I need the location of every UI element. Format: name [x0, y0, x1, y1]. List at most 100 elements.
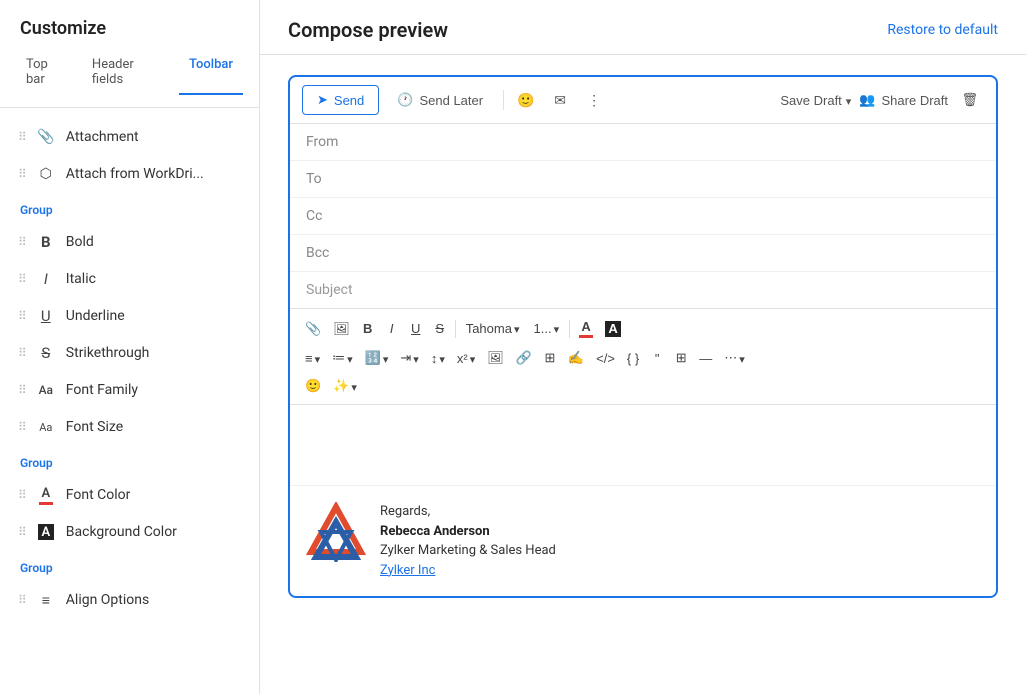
compose-top-toolbar: ➤ Send 🕐 Send Later 🙂 ✉ ⋮ Save Draft	[290, 77, 996, 124]
rt-list-button[interactable]: ≔	[327, 346, 358, 370]
sidebar: Customize Top bar Header fields Toolbar …	[0, 0, 260, 694]
sidebar-item-attachment[interactable]: ⠿ 📎 Attachment	[8, 119, 251, 155]
main-header: Compose preview Restore to default	[260, 0, 1026, 55]
drag-handle[interactable]: ⠿	[18, 593, 26, 607]
rich-toolbar-row-2: ≡ ≔ 🔢 ⇥ ↕ x² 🖼 🔗 ⊞ ✍ </> { } " ⊞ — ⋯	[300, 346, 986, 370]
tab-topbar[interactable]: Top bar	[16, 51, 78, 95]
size-chevron-icon	[554, 321, 560, 336]
subject-field: Subject	[290, 272, 996, 309]
sidebar-item-bold[interactable]: ⠿ B Bold	[8, 224, 251, 260]
top-right-actions: Save Draft 👥 Share Draft 🗑	[780, 86, 984, 114]
rt-super-sub-button[interactable]: x²	[452, 347, 480, 370]
align-icon: ≡	[36, 590, 56, 610]
font-family-selector[interactable]: Tahoma	[460, 318, 526, 339]
delete-button[interactable]: 🗑	[956, 86, 984, 114]
rt-emoji-button[interactable]: 🙂	[300, 374, 326, 398]
drag-handle[interactable]: ⠿	[18, 488, 26, 502]
email-body[interactable]	[290, 405, 996, 485]
rt-strikethrough-button[interactable]: S	[429, 317, 451, 340]
rt-code-block-button[interactable]: { }	[622, 347, 644, 370]
drag-handle[interactable]: ⠿	[18, 525, 26, 539]
template-button[interactable]: ✉	[546, 86, 574, 114]
sidebar-item-attach-workdrive[interactable]: ⠿ ⬡ Attach from WorkDri...	[8, 156, 251, 192]
send-button[interactable]: ➤ Send	[302, 85, 379, 115]
sidebar-item-font-size[interactable]: ⠿ Aa Font Size	[8, 409, 251, 445]
send-later-label: Send Later	[419, 93, 483, 108]
cc-label: Cc	[306, 208, 342, 224]
drag-handle[interactable]: ⠿	[18, 235, 26, 249]
sig-company-link[interactable]: Zylker Inc	[380, 563, 435, 578]
rt-table-button[interactable]: ⊞	[539, 346, 561, 370]
sidebar-item-font-family[interactable]: ⠿ Aa Font Family	[8, 372, 251, 408]
to-input[interactable]	[342, 171, 980, 187]
share-draft-button[interactable]: 👥 Share Draft	[859, 92, 948, 108]
rich-toolbar-row-3: 🙂 ✨	[300, 374, 986, 398]
sidebar-item-strikethrough[interactable]: ⠿ S Strikethrough	[8, 335, 251, 371]
drag-handle[interactable]: ⠿	[18, 272, 26, 286]
rt-table2-button[interactable]: ⊞	[670, 346, 692, 370]
rt-underline-button[interactable]: U	[405, 317, 427, 340]
tab-toolbar[interactable]: Toolbar	[179, 51, 243, 95]
ol-chevron	[383, 351, 389, 366]
italic-label: Italic	[66, 271, 96, 287]
sig-name: Rebecca Anderson	[380, 522, 556, 542]
sidebar-tabs: Top bar Header fields Toolbar	[0, 51, 259, 108]
font-family-label: Font Family	[66, 382, 138, 398]
font-chevron-icon	[514, 321, 520, 336]
rt-line-height-button[interactable]: ↕	[426, 347, 450, 370]
drag-handle[interactable]: ⠿	[18, 167, 26, 181]
rt-image-insert-button[interactable]: 🖼	[482, 346, 509, 370]
subject-label: Subject	[306, 282, 353, 298]
restore-default-link[interactable]: Restore to default	[887, 22, 998, 38]
rt-image-button[interactable]: 🖼	[328, 317, 355, 341]
rt-align-button[interactable]: ≡	[300, 347, 325, 370]
rt-separator-2	[569, 320, 570, 338]
rt-indent-button[interactable]: ⇥	[395, 346, 423, 370]
font-color-icon: A	[36, 485, 56, 505]
drag-handle[interactable]: ⠿	[18, 130, 26, 144]
emoji-button[interactable]: 🙂	[512, 86, 540, 114]
ai-chevron	[351, 379, 357, 394]
send-label: Send	[334, 93, 364, 108]
drag-handle[interactable]: ⠿	[18, 383, 26, 397]
rt-more-button[interactable]: ⋯	[719, 346, 750, 370]
bcc-input[interactable]	[342, 245, 980, 261]
send-later-button[interactable]: 🕐 Send Later	[385, 86, 495, 114]
rt-link-button[interactable]: 🔗	[511, 346, 537, 370]
rt-blockquote-button[interactable]: "	[646, 347, 668, 370]
rich-toolbar-row-1: 📎 🖼 B I U S Tahoma 1...	[300, 315, 986, 342]
group-label-align: Group	[0, 551, 259, 581]
rt-attach-button[interactable]: 📎	[300, 317, 326, 341]
page-title: Compose preview	[288, 18, 448, 42]
font-size-selector[interactable]: 1...	[527, 318, 565, 339]
rt-signature-button[interactable]: ✍	[563, 346, 589, 370]
send-arrow-icon: ➤	[317, 92, 328, 108]
font-color-label: Font Color	[66, 487, 131, 503]
rt-code-button[interactable]: </>	[591, 347, 620, 370]
rt-bg-color-button[interactable]: A	[600, 317, 626, 341]
cc-input[interactable]	[342, 208, 980, 224]
drag-handle[interactable]: ⠿	[18, 420, 26, 434]
rt-ai-button[interactable]: ✨	[328, 374, 362, 398]
attachment-label: Attachment	[66, 129, 139, 145]
sidebar-item-italic[interactable]: ⠿ I Italic	[8, 261, 251, 297]
signature-area: Regards, Rebecca Anderson Zylker Marketi…	[290, 485, 996, 596]
rt-font-color-button[interactable]: A	[574, 315, 598, 342]
drag-handle[interactable]: ⠿	[18, 346, 26, 360]
rt-hr-button[interactable]: —	[694, 347, 717, 370]
save-draft-button[interactable]: Save Draft	[780, 93, 851, 108]
drag-handle[interactable]: ⠿	[18, 309, 26, 323]
sidebar-item-bg-color[interactable]: ⠿ A Background Color	[8, 514, 251, 550]
bcc-field: Bcc	[290, 235, 996, 272]
rt-ordered-list-button[interactable]: 🔢	[360, 346, 394, 370]
compose-area: ➤ Send 🕐 Send Later 🙂 ✉ ⋮ Save Draft	[260, 55, 1026, 694]
rt-bold-button[interactable]: B	[357, 317, 379, 340]
sidebar-item-align[interactable]: ⠿ ≡ Align Options	[8, 582, 251, 618]
sidebar-item-underline[interactable]: ⠿ U Underline	[8, 298, 251, 334]
sidebar-item-font-color[interactable]: ⠿ A Font Color	[8, 477, 251, 513]
more-options-button[interactable]: ⋮	[580, 86, 608, 114]
toolbar-separator-1	[503, 90, 504, 110]
tab-headerfields[interactable]: Header fields	[82, 51, 175, 95]
more-chevron	[739, 351, 745, 366]
rt-italic-button[interactable]: I	[381, 317, 403, 340]
